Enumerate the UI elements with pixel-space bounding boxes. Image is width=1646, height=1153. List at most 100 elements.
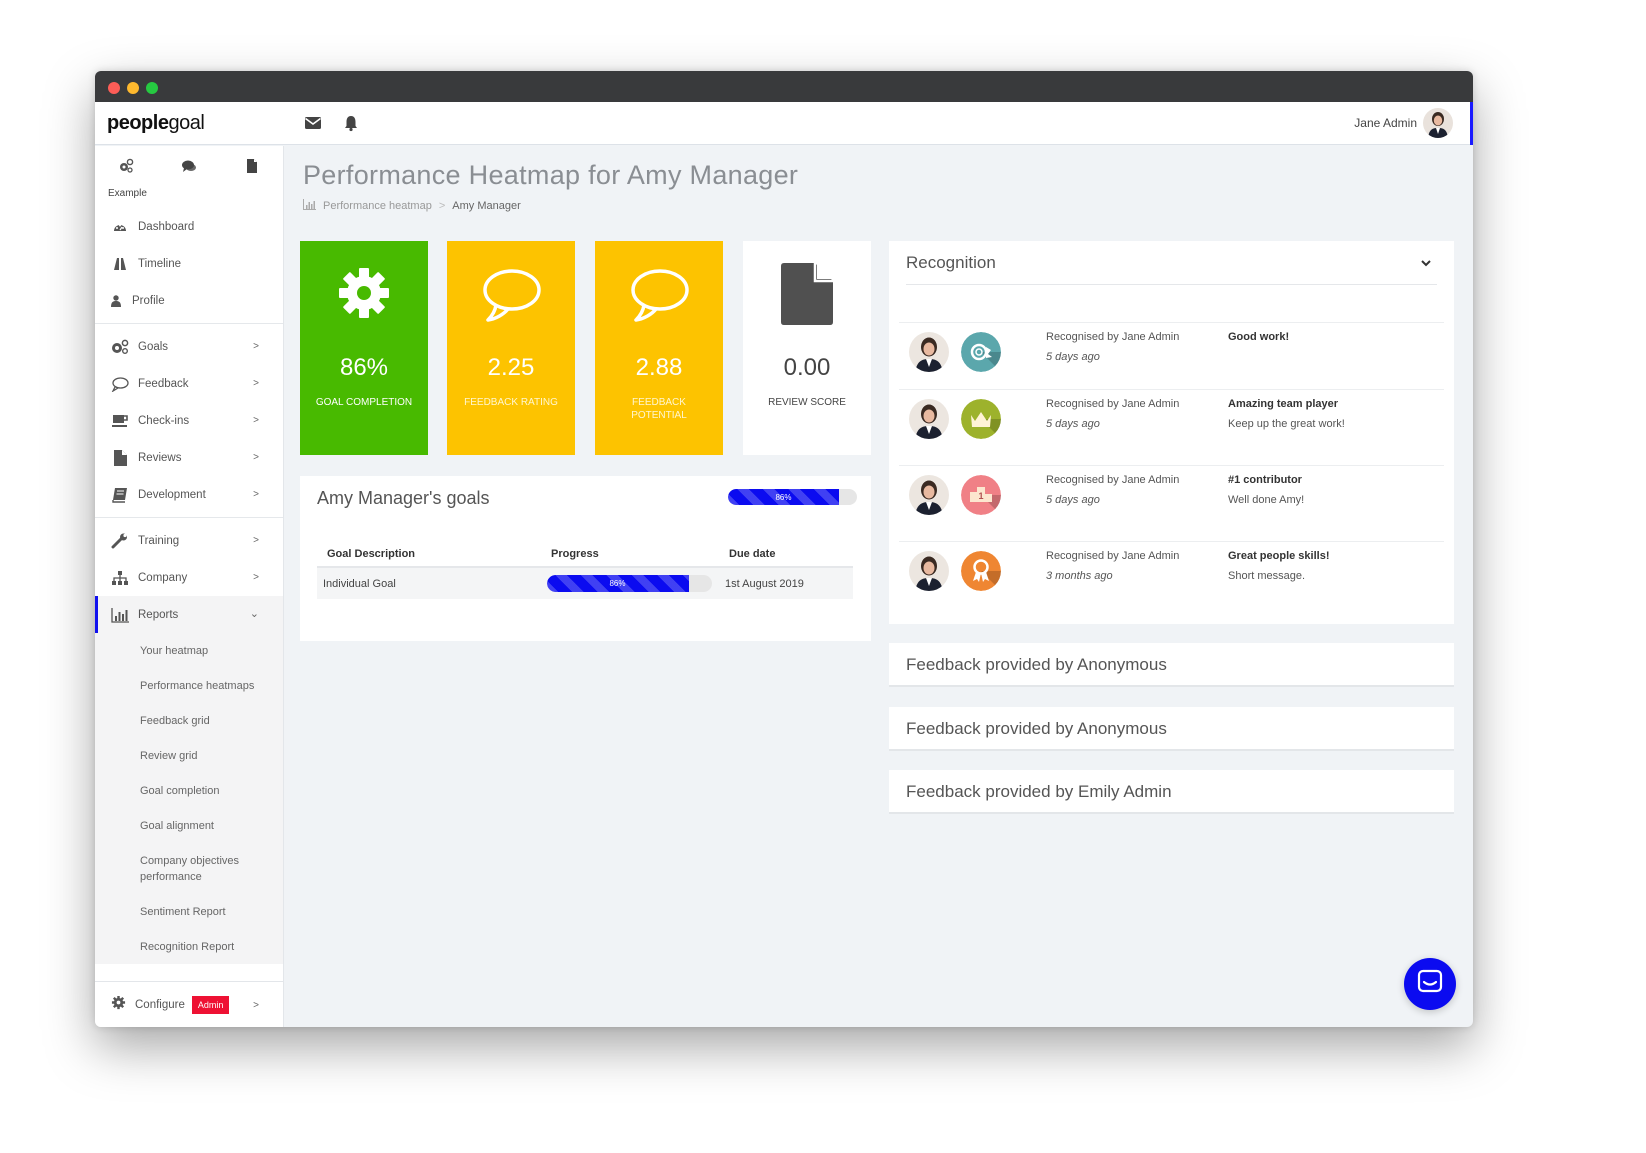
sidebar-item-company[interactable]: Company > bbox=[95, 559, 283, 596]
goals-card: Amy Manager's goals 86% Goal Description… bbox=[300, 476, 871, 641]
sidebar-item-profile[interactable]: Profile bbox=[95, 282, 283, 319]
feedback-card-title: Feedback provided by Anonymous bbox=[906, 655, 1167, 674]
dashboard-icon bbox=[111, 219, 129, 235]
chat-icon bbox=[1417, 969, 1443, 1000]
chat-launcher-button[interactable] bbox=[1404, 958, 1456, 1010]
chevron-right-icon: > bbox=[253, 341, 259, 352]
recognition-time: 5 days ago bbox=[1046, 494, 1100, 506]
recognition-title: Good work! bbox=[1228, 331, 1290, 343]
recognition-title: Amazing team player bbox=[1228, 398, 1339, 410]
sidebar-item-development[interactable]: Development > bbox=[95, 476, 283, 513]
maximize-window-button[interactable] bbox=[146, 82, 158, 94]
sidebar-divider bbox=[95, 517, 283, 518]
chevron-right-icon: > bbox=[253, 415, 259, 426]
sidebar-item-check-ins[interactable]: Check-ins > bbox=[95, 402, 283, 439]
recognised-by: Recognised by Jane Admin bbox=[1046, 474, 1180, 486]
gear-icon bbox=[111, 995, 126, 1015]
recognition-item[interactable]: 1 Recognised by Jane Admin 5 days ago #1 co… bbox=[899, 465, 1444, 541]
sidebar-subitem-review-grid[interactable]: Review grid bbox=[95, 738, 283, 773]
table-row[interactable]: Individual Goal 86% 1st August 2019 bbox=[317, 567, 853, 599]
gear-icon bbox=[300, 266, 428, 320]
sidebar-item-goals[interactable]: Goals > bbox=[95, 328, 283, 365]
sidebar-subitem-company-objectives-performance[interactable]: Company objectives performance bbox=[95, 843, 283, 894]
user-name[interactable]: Jane Admin bbox=[1354, 116, 1417, 130]
recognition-title: Recognition bbox=[906, 253, 996, 272]
breadcrumb-current: Amy Manager bbox=[452, 200, 521, 212]
recognition-card: Recognition Recognised by Jane Admin 5 da… bbox=[889, 241, 1454, 624]
tile-value: 0.00 bbox=[783, 354, 831, 381]
sidebar-subitem-goal-alignment[interactable]: Goal alignment bbox=[95, 808, 283, 843]
sidebar-item-dashboard[interactable]: Dashboard bbox=[95, 208, 283, 245]
comments-icon[interactable] bbox=[181, 158, 197, 174]
overall-goal-progress-bar: 86% bbox=[728, 489, 857, 505]
sidebar-item-configure[interactable]: Configure Admin > bbox=[95, 981, 283, 1027]
ribbon-badge-icon bbox=[961, 551, 1001, 591]
sidebar: Example Dashboard Timeline Profile Goals… bbox=[95, 146, 284, 1027]
recognition-item[interactable]: Recognised by Jane Admin 5 days ago Amazin… bbox=[899, 389, 1444, 465]
goal-description[interactable]: Individual Goal bbox=[317, 567, 541, 599]
sidebar-item-reports[interactable]: Reports ⌄ bbox=[95, 596, 283, 633]
recognition-avatar bbox=[909, 551, 949, 591]
goal-completion-tile[interactable]: 86% GOAL COMPLETION bbox=[300, 241, 428, 455]
sidebar-item-timeline[interactable]: Timeline bbox=[95, 245, 283, 282]
cogs-icon[interactable] bbox=[118, 158, 134, 174]
sidebar-item-label: Development bbox=[138, 488, 206, 501]
feedback-card[interactable]: Feedback provided by Emily Admin bbox=[889, 770, 1454, 814]
recognition-divider bbox=[906, 284, 1437, 285]
chevron-right-icon: > bbox=[253, 452, 259, 463]
user-avatar[interactable] bbox=[1423, 108, 1453, 138]
bar-chart-icon bbox=[303, 199, 316, 213]
sidebar-item-reviews[interactable]: Reviews > bbox=[95, 439, 283, 476]
sidebar-subitem-goal-completion[interactable]: Goal completion bbox=[95, 773, 283, 808]
sidebar-subitem-label: Company objectives performance bbox=[140, 854, 240, 883]
column-header[interactable]: Due date bbox=[719, 542, 853, 568]
logo-bold-text: people bbox=[107, 112, 169, 134]
column-header[interactable]: Progress bbox=[541, 542, 719, 568]
logo[interactable]: peoplegoal bbox=[107, 112, 205, 135]
sidebar-divider bbox=[95, 323, 283, 324]
recognition-time: 3 months ago bbox=[1046, 570, 1113, 582]
minimize-window-button[interactable] bbox=[127, 82, 139, 94]
feedback-potential-tile[interactable]: 2.88 FEEDBACK POTENTIAL bbox=[595, 241, 723, 455]
recognition-time: 5 days ago bbox=[1046, 351, 1100, 363]
column-header[interactable]: Goal Description bbox=[317, 542, 541, 568]
progress-label: 86% bbox=[609, 579, 626, 588]
user-icon bbox=[111, 293, 121, 309]
breadcrumb-parent-link[interactable]: Performance heatmap bbox=[323, 200, 432, 212]
goal-due-date: 1st August 2019 bbox=[719, 567, 853, 599]
sidebar-subitem-feedback-grid[interactable]: Feedback grid bbox=[95, 703, 283, 738]
close-window-button[interactable] bbox=[108, 82, 120, 94]
recognition-message: Well done Amy! bbox=[1228, 494, 1305, 506]
gear-badge-icon bbox=[961, 332, 1001, 372]
recognition-title: #1 contributor bbox=[1228, 474, 1302, 486]
feedback-rating-tile[interactable]: 2.25 FEEDBACK RATING bbox=[447, 241, 575, 455]
progress-label: 86% bbox=[775, 492, 792, 502]
chevron-down-icon[interactable] bbox=[1420, 255, 1432, 273]
sidebar-subitem-recognition-report[interactable]: Recognition Report bbox=[95, 929, 283, 964]
table-header-row: Goal Description Progress Due date bbox=[317, 542, 853, 568]
recognition-avatar bbox=[909, 475, 949, 515]
goals-table: Goal Description Progress Due date Indiv… bbox=[317, 542, 853, 599]
document-icon[interactable] bbox=[244, 158, 260, 174]
sidebar-subitem-sentiment-report[interactable]: Sentiment Report bbox=[95, 894, 283, 929]
bell-icon[interactable] bbox=[342, 114, 360, 132]
sidebar-item-label: Check-ins bbox=[138, 414, 190, 427]
envelope-icon[interactable] bbox=[304, 114, 322, 132]
org-label: Example bbox=[108, 188, 147, 199]
breadcrumb-separator: > bbox=[438, 200, 446, 212]
recognition-list: Recognised by Jane Admin 5 days ago Good w… bbox=[899, 322, 1444, 621]
sidebar-item-training[interactable]: Training > bbox=[95, 522, 283, 559]
feedback-card[interactable]: Feedback provided by Anonymous bbox=[889, 707, 1454, 751]
sidebar-subitem-your-heatmap[interactable]: Your heatmap bbox=[95, 633, 283, 668]
crown-badge-icon bbox=[961, 399, 1001, 439]
review-score-tile[interactable]: 0.00 REVIEW SCORE bbox=[743, 241, 871, 455]
sidebar-item-feedback[interactable]: Feedback > bbox=[95, 365, 283, 402]
sidebar-item-label: Timeline bbox=[138, 257, 182, 270]
recognition-item[interactable]: Recognised by Jane Admin 3 months ago Grea… bbox=[899, 541, 1444, 621]
feedback-card[interactable]: Feedback provided by Anonymous bbox=[889, 643, 1454, 687]
recognition-item[interactable]: Recognised by Jane Admin 5 days ago Good w… bbox=[899, 322, 1444, 389]
sidebar-item-label: Reviews bbox=[138, 451, 182, 464]
org-chart-icon bbox=[111, 570, 129, 586]
tile-value: 86% bbox=[339, 354, 389, 381]
sidebar-subitem-performance-heatmaps[interactable]: Performance heatmaps bbox=[95, 668, 283, 703]
